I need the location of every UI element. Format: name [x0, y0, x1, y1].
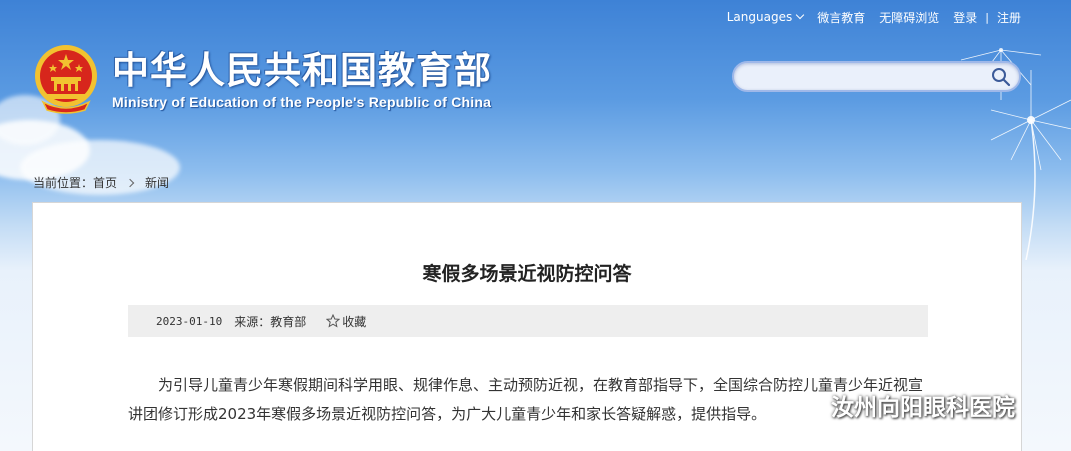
- chevron-right-icon: [125, 178, 135, 187]
- search-input[interactable]: [746, 67, 986, 87]
- wechat-icon: [794, 392, 825, 418]
- article-source: 来源：教育部: [234, 314, 307, 329]
- search-icon[interactable]: [991, 67, 1011, 87]
- star-icon: [326, 314, 341, 328]
- site-title-en: Ministry of Education of the People's Re…: [112, 93, 492, 110]
- site-title-cn: 中华人民共和国教育部: [112, 48, 492, 92]
- breadcrumb-news[interactable]: 新闻: [145, 174, 169, 191]
- favorite-button[interactable]: 收藏: [326, 313, 366, 330]
- article-title: 寒假多场景近视防控问答: [422, 263, 632, 285]
- article-meta-bar: 2023-01-10 来源：教育部 收藏: [128, 305, 928, 337]
- breadcrumb-home[interactable]: 首页: [93, 174, 117, 191]
- register-link[interactable]: 注册: [997, 9, 1021, 26]
- favorite-label: 收藏: [342, 314, 367, 329]
- languages-dropdown[interactable]: Languages: [726, 10, 805, 24]
- top-utility-bar: Languages 微言教育 无障碍浏览 登录 | 注册: [727, 9, 1021, 25]
- breadcrumb-label: 当前位置：: [33, 176, 94, 190]
- breadcrumb: 当前位置： 首页 新闻: [33, 174, 169, 191]
- watermark-text: 汝州向阳眼科医院: [831, 395, 1015, 421]
- national-emblem-icon: [35, 45, 97, 114]
- login-link[interactable]: 登录: [953, 9, 977, 26]
- chevron-down-icon: [795, 10, 805, 20]
- site-logo[interactable]: 中华人民共和国教育部 Ministry of Education of the …: [33, 44, 492, 114]
- watermark: 汝州向阳眼科医院: [793, 388, 1015, 422]
- accessibility-link[interactable]: 无障碍浏览: [879, 9, 939, 26]
- weiyan-link[interactable]: 微言教育: [817, 9, 865, 26]
- article-date: 2023-01-10: [156, 314, 223, 328]
- languages-label: Languages: [726, 10, 793, 24]
- separator: |: [985, 10, 989, 24]
- search-box: [732, 61, 1021, 92]
